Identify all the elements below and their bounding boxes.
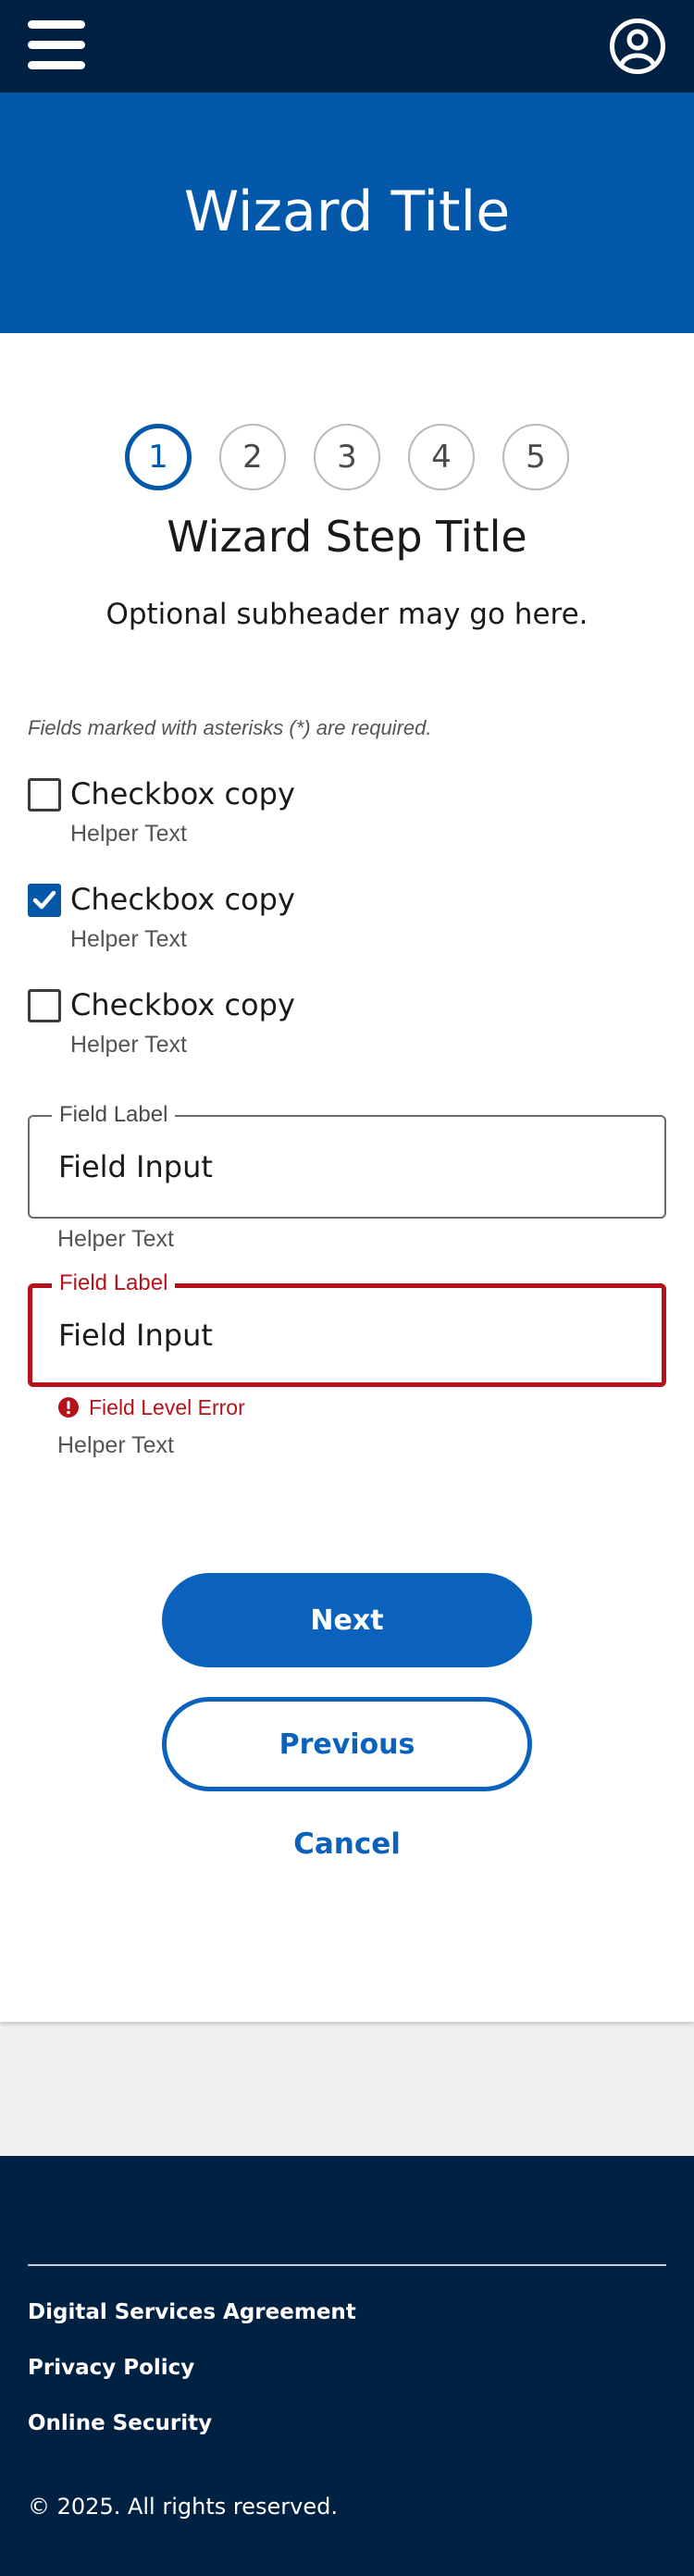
footer-divider — [28, 2264, 666, 2266]
hamburger-line — [28, 61, 85, 69]
cancel-link[interactable]: Cancel — [254, 1821, 440, 1867]
checkbox-helper-text: Helper Text — [70, 926, 187, 952]
error-alert-icon — [58, 1397, 79, 1418]
wizard-title: Wizard Title — [183, 180, 511, 244]
field-input[interactable] — [58, 1315, 632, 1356]
checkbox-item: Checkbox copy Helper Text — [28, 878, 666, 961]
next-button[interactable]: Next — [162, 1573, 532, 1667]
step-3[interactable]: 3 — [314, 424, 380, 490]
checkbox-helper-text: Helper Text — [70, 821, 187, 847]
hamburger-line — [28, 41, 85, 49]
checkbox[interactable] — [28, 989, 61, 1022]
required-fields-note: Fields marked with asterisks (*) are req… — [28, 716, 432, 739]
text-field-error[interactable]: Field Label — [28, 1270, 666, 1387]
footer-link-online-security[interactable]: Online Security — [28, 2409, 212, 2437]
text-field[interactable]: Field Label — [28, 1102, 666, 1219]
checkbox-helper-text: Helper Text — [70, 1032, 187, 1058]
step-2[interactable]: 2 — [219, 424, 286, 490]
checkbox[interactable] — [28, 778, 61, 811]
checkbox-checked[interactable] — [28, 884, 61, 917]
hamburger-line — [28, 20, 85, 29]
field-helper-text: Helper Text — [57, 1432, 174, 1458]
user-circle-icon[interactable] — [609, 18, 666, 75]
hero-banner: Wizard Title — [0, 93, 694, 333]
checkbox-label[interactable]: Checkbox copy — [70, 878, 295, 921]
previous-button[interactable]: Previous — [162, 1697, 532, 1791]
footer-link-privacy-policy[interactable]: Privacy Policy — [28, 2354, 194, 2382]
step-1[interactable]: 1 — [125, 424, 192, 490]
step-4[interactable]: 4 — [408, 424, 475, 490]
step-title: Wizard Step Title — [167, 512, 527, 562]
field-input[interactable] — [58, 1146, 632, 1187]
wizard-card: 1 2 3 4 5 Wizard Step Title Optional sub… — [0, 333, 694, 2022]
checkbox-label[interactable]: Checkbox copy — [70, 984, 295, 1026]
checkbox-item: Checkbox copy Helper Text — [28, 773, 666, 856]
checkmark-icon — [32, 890, 56, 910]
field-label: Field Label — [52, 1102, 176, 1128]
checkbox-label[interactable]: Checkbox copy — [70, 773, 295, 815]
step-subheader: Optional subheader may go here. — [105, 598, 589, 631]
error-text: Field Level Error — [89, 1395, 245, 1419]
footer-link-digital-services-agreement[interactable]: Digital Services Agreement — [28, 2298, 356, 2326]
step-5[interactable]: 5 — [502, 424, 569, 490]
site-footer: Digital Services Agreement Privacy Polic… — [0, 2156, 694, 2576]
hamburger-menu-icon[interactable] — [28, 19, 85, 72]
field-label: Field Label — [52, 1270, 176, 1296]
step-indicator: 1 2 3 4 5 — [0, 424, 694, 490]
copyright-text: © 2025. All rights reserved. — [28, 2494, 338, 2520]
top-navigation-bar — [0, 0, 694, 93]
field-helper-text: Helper Text — [57, 1226, 174, 1252]
checkbox-item: Checkbox copy Helper Text — [28, 984, 666, 1067]
